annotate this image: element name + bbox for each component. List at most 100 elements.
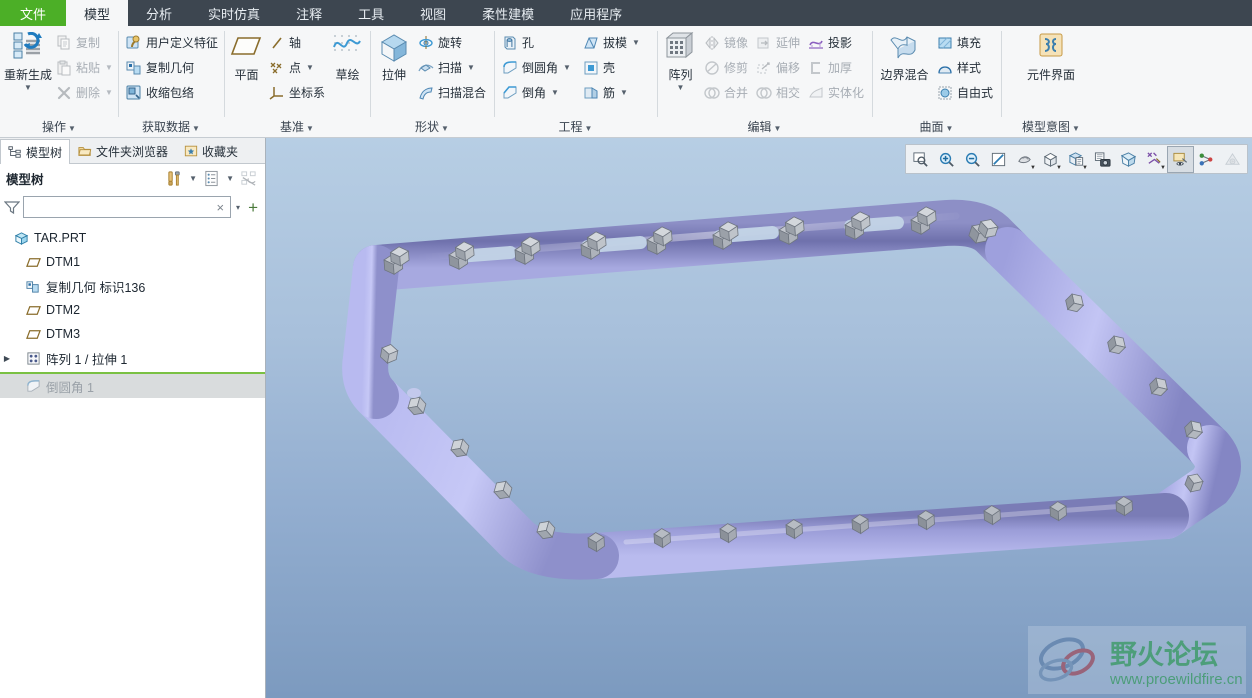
display-style-icon[interactable]: ▼ [1038,147,1063,172]
copy-button[interactable]: 复制 [52,30,117,55]
tree-item[interactable]: 复制几何 标识136 [0,274,265,298]
revolve-button[interactable]: 旋转 [414,30,490,55]
tab-ribbon-7[interactable]: 柔性建模 [464,0,552,26]
tree-item[interactable]: ▶ 阵列 1 / 拉伸 1 [0,346,265,370]
datum-axis-button[interactable]: 轴 [265,30,329,55]
expand-arrow-icon[interactable]: ▶ [0,354,14,363]
zoom-out-icon[interactable] [960,147,985,172]
search-input[interactable] [27,200,214,214]
tree-item[interactable]: DTM3 [0,322,265,346]
group-label-surfaces[interactable]: 曲面 ▼ [876,118,997,137]
point-display-icon[interactable] [1194,147,1219,172]
group-label-datum[interactable]: 基准 ▼ [228,118,366,137]
solidify-button[interactable]: 实体化 [804,80,868,105]
group-label-get-data[interactable]: 获取数据 ▼ [122,118,220,137]
tab-ribbon-1[interactable]: 模型 [66,0,129,26]
layer-display-icon[interactable]: ▼ [1064,147,1089,172]
group-label-edit[interactable]: 编辑 ▼ [661,118,868,137]
sketch-button[interactable]: 草绘 [329,30,366,83]
tree-columns-caret-icon[interactable]: ▼ [224,174,236,183]
intersect-button[interactable]: 相交 [752,80,804,105]
appearance-gallery-icon[interactable] [1220,147,1245,172]
sweep-caret-icon[interactable]: ▼ [467,63,475,72]
draft-caret-icon[interactable]: ▼ [632,38,640,47]
freestyle-button[interactable]: 自由式 [933,80,997,105]
component-interface-button[interactable]: 元件界面 [1015,30,1087,83]
tab-ribbon-3[interactable]: 实时仿真 [190,0,278,26]
delete-caret-icon[interactable]: ▼ [105,88,113,97]
tools-settings-caret-icon[interactable]: ▼ [187,174,199,183]
chamfer-button[interactable]: 倒角 ▼ [498,80,575,105]
chevron-down-icon[interactable]: ▼ [1056,165,1062,171]
datum-point-button[interactable]: 点 ▼ [265,55,329,80]
chevron-down-icon[interactable]: ▼ [1082,165,1088,171]
model-tree-filter-box[interactable]: × [23,196,232,218]
sweep-button[interactable]: 扫描 ▼ [414,55,490,80]
offset-button[interactable]: 偏移 [752,55,804,80]
mirror-button[interactable]: 镜像 [700,30,752,55]
pattern-caret-icon[interactable]: ▼ [677,83,685,92]
draft-button[interactable]: 拔模 ▼ [579,30,644,55]
tree-item[interactable]: DTM1 [0,250,265,274]
navigator-tab-1[interactable]: 文件夹浏览器 [70,138,176,163]
round-caret-icon[interactable]: ▼ [563,63,571,72]
datum-plane-button[interactable]: 平面 [228,30,265,83]
pattern-button[interactable]: 阵列 ▼ [661,30,700,92]
extrude-button[interactable]: 拉伸 [374,30,414,83]
paste-caret-icon[interactable]: ▼ [105,63,113,72]
add-filter-icon[interactable]: + [245,199,261,216]
three-d-model[interactable] [266,138,1252,698]
group-label-shapes[interactable]: 形状 ▼ [374,118,490,137]
coordinate-system-button[interactable]: 坐标系 [265,80,329,105]
tab-ribbon-6[interactable]: 视图 [402,0,464,26]
tab-ribbon-5[interactable]: 工具 [340,0,402,26]
tree-hide-icon[interactable] [238,168,259,189]
trim-button[interactable]: 修剪 [700,55,752,80]
group-label-operations[interactable]: 操作 ▼ [4,118,114,137]
shrinkwrap-button[interactable]: 收缩包络 [122,80,222,105]
tab-file[interactable]: 文件 [0,0,67,26]
filter-dropdown-caret-icon[interactable]: ▾ [234,203,242,212]
shell-button[interactable]: 壳 [579,55,644,80]
filter-funnel-icon[interactable] [4,199,20,215]
zoom-in-icon[interactable] [934,147,959,172]
tools-settings-icon[interactable] [164,168,185,189]
rib-caret-icon[interactable]: ▼ [620,88,628,97]
refit-icon[interactable] [908,147,933,172]
group-label-engineering[interactable]: 工程 ▼ [498,118,653,137]
navigator-tab-0[interactable]: 模型树 [0,139,71,164]
annotation-display-icon[interactable] [1167,145,1194,173]
swept-blend-button[interactable]: 扫描混合 [414,80,490,105]
fill-button[interactable]: 填充 [933,30,997,55]
perspective-view-icon[interactable] [1116,147,1141,172]
saved-views-icon[interactable] [1090,147,1115,172]
tab-ribbon-8[interactable]: 应用程序 [552,0,640,26]
merge-button[interactable]: 合并 [700,80,752,105]
navigator-tab-2[interactable]: 收藏夹 [176,138,246,163]
clear-filter-icon[interactable]: × [213,200,227,215]
group-label-model-intent[interactable]: 模型意图 ▼ [1005,118,1097,137]
datum-display-filters-icon[interactable]: ▼ [1142,147,1167,172]
project-button[interactable]: 投影 [804,30,868,55]
regenerate-caret-icon[interactable]: ▼ [24,83,32,92]
delete-button[interactable]: 删除 ▼ [52,80,117,105]
chevron-down-icon[interactable]: ▼ [1030,165,1036,171]
spin-center-icon[interactable]: ▼ [1012,147,1037,172]
style-button[interactable]: 样式 [933,55,997,80]
datum-point-caret-icon[interactable]: ▼ [306,63,314,72]
paste-button[interactable]: 粘贴 ▼ [52,55,117,80]
repaint-icon[interactable] [986,147,1011,172]
boundary-blend-button[interactable]: 边界混合 [876,30,933,83]
tree-item[interactable]: DTM2 [0,298,265,322]
thicken-button[interactable]: 加厚 [804,55,868,80]
chamfer-caret-icon[interactable]: ▼ [551,88,559,97]
rib-button[interactable]: 筋 ▼ [579,80,644,105]
tree-item[interactable]: 倒圆角 1 [0,374,265,398]
round-button[interactable]: 倒圆角 ▼ [498,55,575,80]
regenerate-button[interactable]: 重新生成 ▼ [4,30,52,92]
tab-ribbon-2[interactable]: 分析 [128,0,190,26]
copy-geometry-button[interactable]: 复制几何 [122,55,222,80]
graphics-viewport[interactable]: ▼ ▼ ▼ ▼ 野火论坛 www.proewildfire.cn [266,138,1252,698]
tree-item[interactable]: TAR.PRT [0,226,265,250]
tree-columns-icon[interactable] [201,168,222,189]
